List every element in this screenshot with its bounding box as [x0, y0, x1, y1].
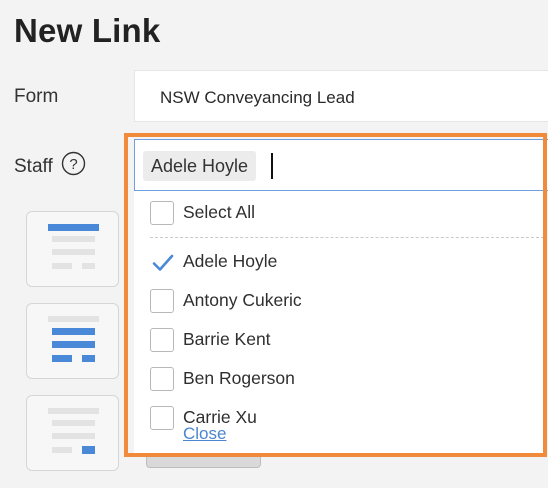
layout-option-center[interactable]: [26, 303, 119, 379]
staff-option-ben-rogerson[interactable]: Ben Rogerson: [134, 361, 544, 397]
checkbox[interactable]: [150, 367, 174, 391]
form-label: Form: [14, 86, 59, 107]
question-circle-icon[interactable]: ?: [61, 151, 86, 176]
form-select-value: NSW Conveyancing Lead: [160, 88, 355, 107]
staff-option-barrie-kent[interactable]: Barrie Kent: [134, 322, 544, 358]
staff-select-input[interactable]: Adele Hoyle: [134, 139, 548, 191]
selected-staff-chip[interactable]: Adele Hoyle: [143, 151, 257, 181]
option-label: Adele Hoyle: [183, 251, 278, 271]
option-label: Antony Cukeric: [183, 290, 302, 310]
layout-center-aligned-icon: [48, 316, 99, 362]
svg-text:?: ?: [69, 156, 77, 173]
checkbox[interactable]: [150, 289, 174, 313]
close-link[interactable]: Close: [183, 424, 227, 444]
option-label: Barrie Kent: [183, 329, 271, 349]
staff-option-antony-cukeric[interactable]: Antony Cukeric: [134, 283, 544, 319]
page-title: New Link: [14, 12, 161, 49]
select-all-checkbox[interactable]: [150, 201, 174, 225]
staff-option-adele-hoyle[interactable]: Adele Hoyle: [134, 244, 544, 280]
staff-dropdown: Select All Adele Hoyle Antony Cukeric Ba…: [134, 191, 544, 453]
checkbox[interactable]: [150, 406, 174, 430]
layout-bottom-right-icon: [48, 408, 99, 454]
select-all-option[interactable]: Select All: [134, 195, 544, 231]
layout-option-bottom[interactable]: [26, 395, 119, 471]
text-cursor: [271, 153, 273, 179]
layout-top-aligned-icon: [48, 224, 99, 269]
divider: [150, 237, 544, 238]
option-label: Select All: [183, 202, 255, 222]
option-label: Ben Rogerson: [183, 368, 295, 388]
checkbox[interactable]: [150, 328, 174, 352]
checkbox-checked[interactable]: [150, 250, 174, 274]
checkmark-icon: [152, 254, 174, 271]
layout-option-top[interactable]: [26, 211, 119, 287]
staff-label: Staff: [14, 156, 53, 177]
form-select[interactable]: NSW Conveyancing Lead: [134, 70, 548, 122]
